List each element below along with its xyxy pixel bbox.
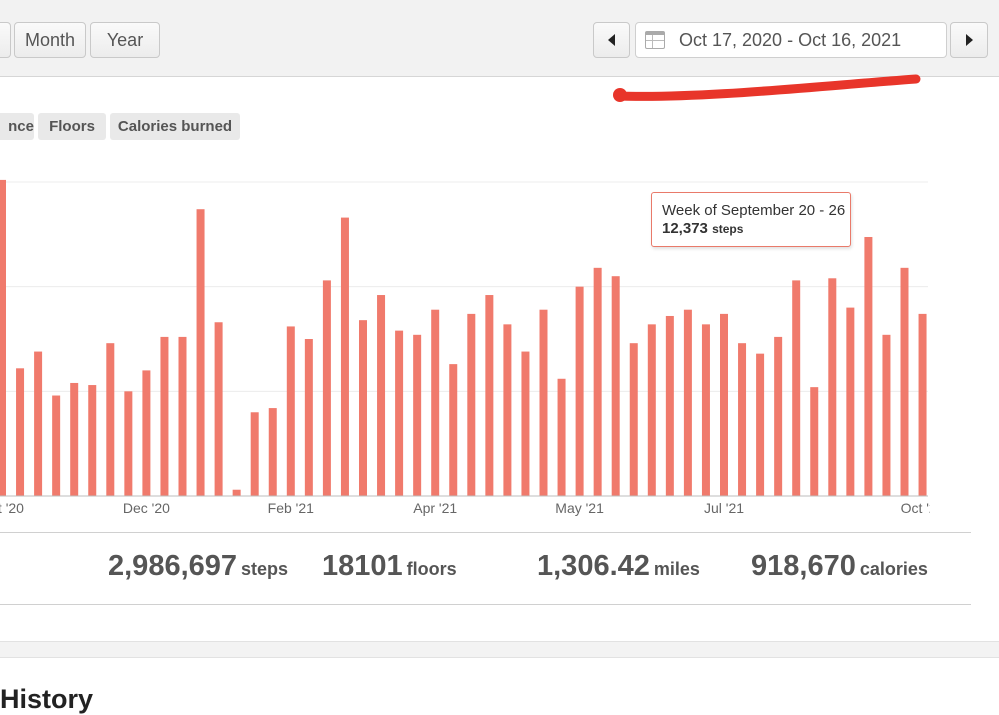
x-tick-label: Apr '21	[413, 500, 457, 516]
chart-bar[interactable]	[413, 334, 422, 496]
chart-bar[interactable]	[792, 280, 801, 496]
chart-bar[interactable]	[16, 368, 25, 496]
divider	[0, 532, 971, 533]
chart-bar[interactable]	[214, 322, 223, 496]
x-tick-label: Oct '20	[0, 500, 24, 516]
total-miles-unit: miles	[653, 559, 700, 579]
total-floors: 18101 floors	[322, 550, 457, 583]
history-heading: History	[0, 684, 94, 714]
chart-bar[interactable]	[52, 395, 61, 496]
chart-bar[interactable]	[232, 489, 241, 496]
chart-bar[interactable]	[828, 278, 837, 496]
tooltip-unit: steps	[712, 222, 744, 236]
tooltip-title: Week of September 20 - 26	[662, 202, 846, 219]
chart-bar[interactable]	[647, 324, 656, 496]
chart-bar[interactable]	[142, 370, 151, 496]
x-axis-tick-labels: Oct '20 Dec '20 Feb '21 Apr '21 May '21 Jul '…	[0, 500, 930, 516]
total-steps-unit: steps	[241, 559, 289, 579]
chart-bar[interactable]	[701, 324, 710, 496]
chart-bar[interactable]	[683, 309, 692, 496]
chart-bar[interactable]	[557, 378, 566, 496]
chart-bar[interactable]	[738, 343, 747, 496]
chart-bar[interactable]	[322, 280, 331, 496]
x-tick-label: Dec '20	[123, 500, 170, 516]
chart-bar[interactable]	[359, 320, 367, 496]
chart-bar[interactable]	[124, 391, 133, 496]
chart-bar[interactable]	[106, 343, 115, 496]
x-tick-label: May '21	[555, 500, 604, 516]
chart-bar[interactable]	[665, 315, 674, 496]
section-separator	[0, 641, 999, 658]
chart-bar[interactable]	[340, 217, 349, 496]
tab-distance[interactable]: nce	[0, 113, 34, 140]
tooltip-value: 12,373	[662, 220, 708, 237]
total-floors-unit: floors	[406, 559, 457, 579]
chart-bar[interactable]	[882, 334, 891, 496]
chart-bar[interactable]	[485, 295, 494, 496]
x-tick-label: Feb '21	[268, 500, 314, 516]
chart-bar[interactable]	[503, 324, 512, 496]
total-miles: 1,306.42 miles	[537, 550, 700, 583]
chart-bar[interactable]	[810, 387, 819, 496]
chart-tooltip: Week of September 20 - 26 12,373 steps	[651, 192, 851, 247]
chart-bar[interactable]	[70, 382, 79, 496]
total-calories-value: 918,670	[751, 550, 856, 582]
chart-bar[interactable]	[431, 309, 440, 496]
chart-bar[interactable]	[629, 343, 638, 496]
chart-bar[interactable]	[395, 330, 404, 496]
chart-bar[interactable]	[918, 313, 927, 496]
chart-bar[interactable]	[160, 336, 169, 496]
chart-bar[interactable]	[720, 313, 728, 496]
total-steps: 2,986,697 steps	[108, 550, 288, 583]
x-tick-label: Oct '21	[901, 500, 930, 516]
divider	[0, 604, 971, 605]
chart-bar[interactable]	[593, 267, 602, 496]
chart-bar[interactable]	[900, 267, 909, 496]
total-floors-value: 18101	[322, 550, 403, 582]
chart-bar[interactable]	[196, 209, 205, 497]
chart-bar[interactable]	[286, 326, 295, 496]
total-steps-value: 2,986,697	[108, 550, 238, 582]
chart-bar[interactable]	[0, 179, 6, 496]
tab-floors[interactable]: Floors	[38, 113, 106, 140]
total-calories-unit: calories	[859, 559, 928, 579]
chart-bar[interactable]	[88, 385, 97, 496]
red-underline-annotation	[613, 74, 921, 102]
chart-bar[interactable]	[178, 336, 187, 496]
chart-bar[interactable]	[521, 351, 530, 496]
chart-bar[interactable]	[34, 351, 43, 496]
chart-bar[interactable]	[539, 309, 548, 496]
chart-bar[interactable]	[774, 336, 783, 496]
total-miles-value: 1,306.42	[537, 550, 650, 582]
chart-bar[interactable]	[611, 276, 620, 496]
chart-bar[interactable]	[250, 412, 259, 496]
chart-bar[interactable]	[575, 286, 584, 496]
chart-bar[interactable]	[864, 236, 873, 496]
chart-bar[interactable]	[846, 307, 855, 496]
chart-bar[interactable]	[304, 339, 313, 496]
chart-bar[interactable]	[467, 313, 476, 496]
chart-bar[interactable]	[377, 295, 386, 496]
chart-bar[interactable]	[268, 408, 277, 496]
tab-calories-burned[interactable]: Calories burned	[110, 113, 240, 140]
x-tick-label: Jul '21	[704, 500, 744, 516]
chart-bar[interactable]	[449, 364, 458, 496]
chart-bar[interactable]	[756, 353, 765, 496]
total-calories: 918,670 calories	[751, 550, 928, 583]
